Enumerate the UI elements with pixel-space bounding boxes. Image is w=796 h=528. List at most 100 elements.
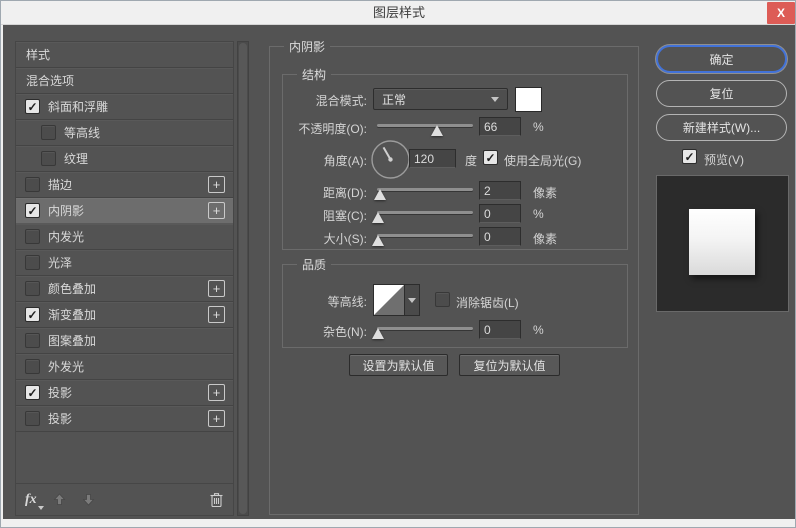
blend-mode-value: 正常 <box>382 92 407 107</box>
add-effect-button[interactable]: + <box>208 306 225 323</box>
ok-button[interactable]: 确定 <box>656 45 787 73</box>
distance-row: 距离(D): 像素 <box>283 181 627 201</box>
sidebar-scrollbar[interactable] <box>237 41 249 516</box>
slider-thumb[interactable] <box>371 235 384 246</box>
preview-swatch <box>689 209 755 275</box>
anti-alias-checkbox[interactable]: ✓ <box>435 292 450 307</box>
sidebar-item-label: 纹理 <box>64 152 89 166</box>
blend-mode-label: 混合模式: <box>315 94 367 108</box>
slider-thumb[interactable] <box>371 328 384 339</box>
noise-row: 杂色(N): % <box>283 320 627 340</box>
slider-track <box>377 234 473 237</box>
sidebar-item-描边[interactable]: ✓ 描边 + <box>16 172 233 198</box>
sidebar-item-等高线[interactable]: ✓ 等高线 <box>16 120 233 146</box>
style-checkbox[interactable]: ✓ <box>25 333 40 348</box>
sidebar-item-颜色叠加[interactable]: ✓ 颜色叠加 + <box>16 276 233 302</box>
reset-default-button[interactable]: 复位为默认值 <box>459 354 560 376</box>
structure-group: 结构 混合模式: 正常 不透明度(O): % 角度(A): <box>282 66 628 250</box>
style-checkbox[interactable]: ✓ <box>25 411 40 426</box>
style-checkbox[interactable]: ✓ <box>25 203 40 218</box>
size-slider[interactable] <box>371 231 473 247</box>
styles-list: 样式混合选项 ✓ 斜面和浮雕 ✓ 等高线 ✓ 纹理 ✓ 描边 + ✓ 内阴影 + ✓ 内发光 ✓ 光泽 ✓ 颜色叠加… <box>16 42 233 432</box>
distance-unit: 像素 <box>533 186 558 200</box>
sidebar-item-投影[interactable]: ✓ 投影 + <box>16 380 233 406</box>
move-down-button[interactable] <box>82 493 95 506</box>
add-effect-button[interactable]: + <box>208 176 225 193</box>
slider-thumb[interactable] <box>373 189 386 200</box>
sidebar-item-斜面和浮雕[interactable]: ✓ 斜面和浮雕 <box>16 94 233 120</box>
add-effect-button[interactable]: + <box>208 410 225 427</box>
slider-track <box>377 124 473 127</box>
sidebar-item-外发光[interactable]: ✓ 外发光 <box>16 354 233 380</box>
delete-style-button[interactable] <box>209 492 224 508</box>
style-checkbox[interactable]: ✓ <box>25 307 40 322</box>
distance-input[interactable] <box>479 181 521 200</box>
size-input[interactable] <box>479 227 521 246</box>
sidebar-item-渐变叠加[interactable]: ✓ 渐变叠加 + <box>16 302 233 328</box>
set-default-button[interactable]: 设置为默认值 <box>349 354 448 376</box>
sidebar-item-label: 外发光 <box>48 360 85 374</box>
opacity-input[interactable] <box>479 117 521 136</box>
angle-dial[interactable] <box>370 139 411 180</box>
quality-group: 品质 等高线: ✓ 消除锯齿(L) 杂色(N): % <box>282 256 628 348</box>
sidebar-item-光泽[interactable]: ✓ 光泽 <box>16 250 233 276</box>
noise-slider[interactable] <box>371 324 473 340</box>
style-checkbox[interactable]: ✓ <box>25 229 40 244</box>
size-row: 大小(S): 像素 <box>283 227 627 247</box>
sidebar-item-label: 内阴影 <box>48 204 85 218</box>
sidebar-item-投影[interactable]: ✓ 投影 + <box>16 406 233 432</box>
add-effect-button[interactable]: + <box>208 202 225 219</box>
sidebar-item-纹理[interactable]: ✓ 纹理 <box>16 146 233 172</box>
opacity-slider[interactable] <box>377 121 473 137</box>
style-checkbox[interactable]: ✓ <box>25 255 40 270</box>
check-icon: ✓ <box>27 203 38 218</box>
sidebar-item-混合选项[interactable]: 混合选项 <box>16 68 233 94</box>
sidebar-item-内阴影[interactable]: ✓ 内阴影 + <box>16 198 233 224</box>
slider-thumb[interactable] <box>371 212 384 223</box>
contour-dropdown[interactable] <box>405 284 420 316</box>
styles-list-panel: 样式混合选项 ✓ 斜面和浮雕 ✓ 等高线 ✓ 纹理 ✓ 描边 + ✓ 内阴影 + ✓ 内发光 ✓ 光泽 ✓ 颜色叠加… <box>15 41 234 516</box>
sidebar-item-label: 光泽 <box>48 256 73 270</box>
sidebar-item-label: 颜色叠加 <box>48 282 97 296</box>
style-checkbox[interactable]: ✓ <box>25 99 40 114</box>
opacity-label: 不透明度(O): <box>298 122 367 136</box>
style-checkbox[interactable]: ✓ <box>41 125 56 140</box>
new-style-button[interactable]: 新建样式(W)... <box>656 114 787 141</box>
sidebar-item-内发光[interactable]: ✓ 内发光 <box>16 224 233 250</box>
noise-input[interactable] <box>479 320 521 339</box>
blend-mode-select[interactable]: 正常 <box>373 88 508 110</box>
check-icon: ✓ <box>27 99 38 114</box>
contour-picker[interactable] <box>373 284 405 316</box>
style-checkbox[interactable]: ✓ <box>41 151 56 166</box>
style-checkbox[interactable]: ✓ <box>25 281 40 296</box>
preview-checkbox[interactable]: ✓ <box>682 149 697 164</box>
fx-menu-button[interactable]: fx <box>25 492 44 510</box>
add-effect-button[interactable]: + <box>208 280 225 297</box>
size-label: 大小(S): <box>323 232 367 246</box>
style-checkbox[interactable]: ✓ <box>25 385 40 400</box>
sidebar-item-label: 内发光 <box>48 230 85 244</box>
distance-slider[interactable] <box>373 185 473 201</box>
slider-thumb[interactable] <box>431 125 444 136</box>
add-effect-button[interactable]: + <box>208 384 225 401</box>
sidebar-item-图案叠加[interactable]: ✓ 图案叠加 <box>16 328 233 354</box>
slider-track <box>377 327 473 330</box>
angle-input[interactable] <box>409 149 456 168</box>
use-global-light-checkbox[interactable]: ✓ <box>483 150 498 165</box>
style-checkbox[interactable]: ✓ <box>25 359 40 374</box>
move-up-button[interactable] <box>53 493 66 506</box>
reset-button[interactable]: 复位 <box>656 80 787 107</box>
angle-label: 角度(A): <box>323 154 367 168</box>
choke-input[interactable] <box>479 204 521 223</box>
scrollbar-thumb[interactable] <box>239 43 247 514</box>
check-icon: ✓ <box>684 149 695 164</box>
chevron-down-icon <box>491 96 499 102</box>
shadow-color-swatch[interactable] <box>515 87 542 112</box>
close-button[interactable]: X <box>767 2 795 24</box>
choke-slider[interactable] <box>371 208 473 224</box>
titlebar[interactable]: 图层样式 X <box>1 1 795 25</box>
sidebar-item-label: 投影 <box>48 412 73 426</box>
sidebar-item-样式[interactable]: 样式 <box>16 42 233 68</box>
opacity-row: 不透明度(O): % <box>283 117 627 139</box>
style-checkbox[interactable]: ✓ <box>25 177 40 192</box>
